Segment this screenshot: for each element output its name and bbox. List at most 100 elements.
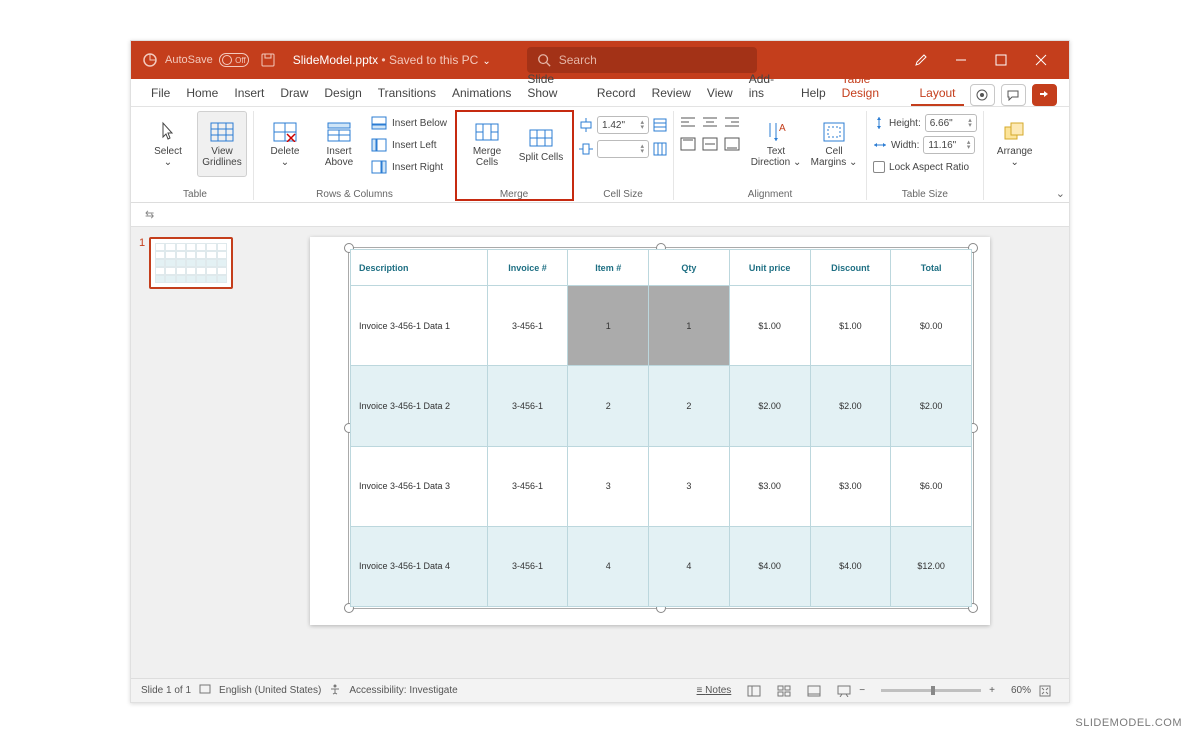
table-cell[interactable]: 3-456-1: [487, 286, 568, 366]
reading-view-icon[interactable]: [807, 685, 821, 697]
table-cell[interactable]: Invoice 3-456-1 Data 2: [351, 366, 488, 446]
text-direction-button[interactable]: A Text Direction ⌄: [748, 111, 804, 177]
tab-layout[interactable]: Layout: [911, 82, 963, 106]
lock-aspect-checkbox[interactable]: Lock Aspect Ratio: [873, 157, 977, 177]
table-cell[interactable]: $2.00: [729, 366, 810, 446]
table-header-cell[interactable]: Total: [891, 250, 972, 286]
slide-canvas[interactable]: DescriptionInvoice #Item #QtyUnit priceD…: [241, 227, 1069, 678]
table-cell[interactable]: 3-456-1: [487, 446, 568, 526]
table-header-cell[interactable]: Discount: [810, 250, 891, 286]
accessibility-icon[interactable]: [329, 683, 341, 698]
table-width-field[interactable]: Width: 11.16"▴▾: [873, 135, 977, 155]
tab-transitions[interactable]: Transitions: [370, 82, 444, 106]
table-cell[interactable]: $6.00: [891, 446, 972, 526]
table-cell[interactable]: $2.00: [891, 366, 972, 446]
table-header-cell[interactable]: Unit price: [729, 250, 810, 286]
table-cell[interactable]: $3.00: [729, 446, 810, 526]
table-cell[interactable]: $0.00: [891, 286, 972, 366]
fit-to-window-icon[interactable]: [1039, 685, 1051, 697]
comments-icon[interactable]: [1001, 84, 1026, 106]
insert-right-button[interactable]: Insert Right: [368, 157, 449, 177]
merge-cells-button[interactable]: Merge Cells: [462, 111, 512, 177]
notes-button[interactable]: ≡ Notes: [697, 685, 732, 696]
table-cell[interactable]: 4: [649, 526, 730, 606]
distribute-rows-icon[interactable]: [653, 118, 667, 132]
tab-insert[interactable]: Insert: [226, 82, 272, 106]
table-cell[interactable]: Invoice 3-456-1 Data 4: [351, 526, 488, 606]
insert-above-button[interactable]: Insert Above: [314, 111, 364, 177]
collapse-ribbon-icon[interactable]: ⌄: [1056, 187, 1065, 200]
table-header-cell[interactable]: Qty: [649, 250, 730, 286]
tab-addins[interactable]: Add-ins: [741, 68, 793, 106]
table-header-cell[interactable]: Item #: [568, 250, 649, 286]
autosave-toggle[interactable]: AutoSave Off: [165, 53, 249, 67]
slide-indicator[interactable]: Slide 1 of 1: [141, 685, 191, 696]
tab-record[interactable]: Record: [589, 82, 644, 106]
table-cell[interactable]: 2: [568, 366, 649, 446]
arrange-button[interactable]: Arrange⌄: [990, 111, 1040, 177]
table-cell[interactable]: $1.00: [810, 286, 891, 366]
table-cell[interactable]: 1: [568, 286, 649, 366]
table-cell[interactable]: $1.00: [729, 286, 810, 366]
tab-slideshow[interactable]: Slide Show: [519, 68, 589, 106]
tab-review[interactable]: Review: [644, 82, 699, 106]
qat-dropdown-icon[interactable]: ⇆: [145, 208, 154, 221]
table-cell[interactable]: 1: [649, 286, 730, 366]
align-middle-icon[interactable]: [702, 137, 722, 157]
tab-design[interactable]: Design: [316, 82, 369, 106]
share-button[interactable]: [1032, 84, 1057, 106]
table-cell[interactable]: 2: [649, 366, 730, 446]
cell-margins-button[interactable]: Cell Margins ⌄: [808, 111, 860, 177]
save-icon[interactable]: [257, 49, 279, 71]
view-gridlines-button[interactable]: View Gridlines: [197, 111, 247, 177]
tab-help[interactable]: Help: [793, 82, 834, 106]
tab-animations[interactable]: Animations: [444, 82, 519, 106]
distribute-columns-icon[interactable]: [653, 142, 667, 156]
table-cell[interactable]: $12.00: [891, 526, 972, 606]
slideshow-view-icon[interactable]: [837, 685, 851, 697]
table-cell[interactable]: 3: [649, 446, 730, 526]
tab-view[interactable]: View: [699, 82, 741, 106]
align-top-icon[interactable]: [680, 137, 700, 157]
zoom-level[interactable]: 60%: [1011, 685, 1031, 696]
cell-height-field[interactable]: 1.42"▴▾: [579, 115, 667, 135]
close-button[interactable]: [1021, 41, 1061, 79]
align-left-icon[interactable]: [680, 115, 700, 135]
insert-below-button[interactable]: Insert Below: [368, 113, 449, 133]
tab-file[interactable]: File: [143, 82, 178, 106]
table-cell[interactable]: $4.00: [810, 526, 891, 606]
table-height-field[interactable]: Height: 6.66"▴▾: [873, 113, 977, 133]
cell-width-field[interactable]: ▴▾: [579, 139, 667, 159]
tab-draw[interactable]: Draw: [272, 82, 316, 106]
slide-table[interactable]: DescriptionInvoice #Item #QtyUnit priceD…: [350, 249, 972, 607]
minimize-button[interactable]: [941, 41, 981, 79]
table-cell[interactable]: 3-456-1: [487, 526, 568, 606]
align-right-icon[interactable]: [724, 115, 744, 135]
table-cell[interactable]: $3.00: [810, 446, 891, 526]
language-icon[interactable]: [199, 683, 211, 698]
table-cell[interactable]: $4.00: [729, 526, 810, 606]
insert-left-button[interactable]: Insert Left: [368, 135, 449, 155]
table-cell[interactable]: 3-456-1: [487, 366, 568, 446]
table-header-cell[interactable]: Description: [351, 250, 488, 286]
record-pill-icon[interactable]: [970, 84, 995, 106]
accessibility-label[interactable]: Accessibility: Investigate: [349, 685, 457, 696]
table-cell[interactable]: 4: [568, 526, 649, 606]
table-cell[interactable]: 3: [568, 446, 649, 526]
tab-home[interactable]: Home: [178, 82, 226, 106]
delete-button[interactable]: Delete⌄: [260, 111, 310, 177]
split-cells-button[interactable]: Split Cells: [516, 111, 566, 177]
zoom-slider[interactable]: [881, 689, 981, 692]
filename[interactable]: SlideModel.pptx • Saved to this PC⌄: [293, 53, 491, 67]
sorter-view-icon[interactable]: [777, 685, 791, 697]
select-button[interactable]: Select⌄: [143, 111, 193, 177]
language-label[interactable]: English (United States): [219, 685, 321, 696]
slide-thumbnail-1[interactable]: [149, 237, 233, 289]
maximize-button[interactable]: [981, 41, 1021, 79]
tab-table-design[interactable]: Table Design: [834, 68, 912, 106]
table-header-cell[interactable]: Invoice #: [487, 250, 568, 286]
align-center-icon[interactable]: [702, 115, 722, 135]
normal-view-icon[interactable]: [747, 685, 761, 697]
table-cell[interactable]: Invoice 3-456-1 Data 3: [351, 446, 488, 526]
align-bottom-icon[interactable]: [724, 137, 744, 157]
